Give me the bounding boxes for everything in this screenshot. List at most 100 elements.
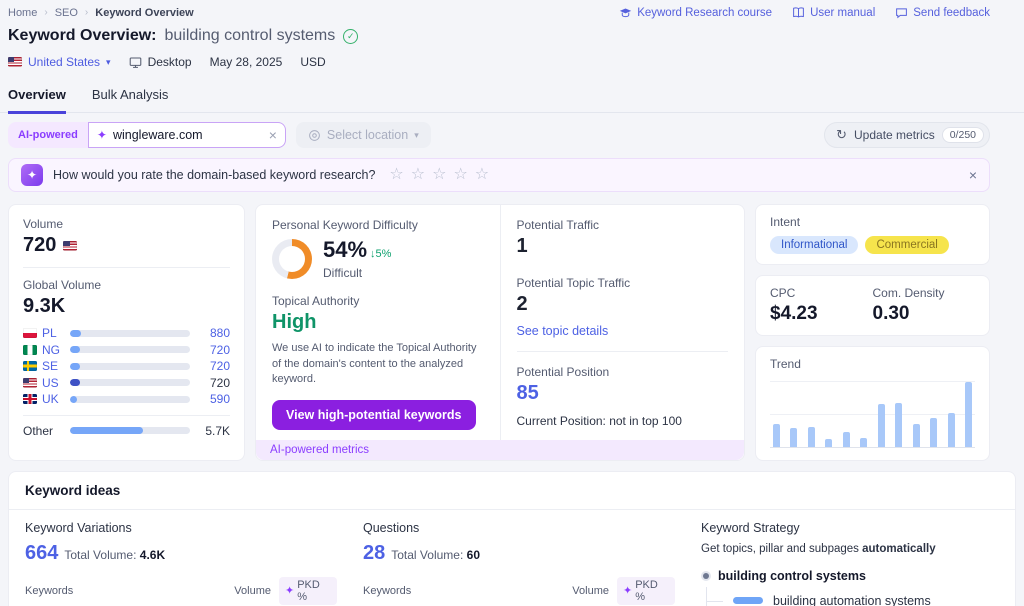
strategy-subtopic: building automation systems [707,587,999,606]
trend-bar [878,404,885,447]
country-code-link[interactable]: NG [42,343,60,357]
potential-position-value: 85 [517,382,729,405]
country-code-link[interactable]: US [42,376,59,390]
breadcrumb-seo[interactable]: SEO [55,7,78,19]
flag-us-icon [23,378,37,388]
trend-bar [913,424,920,447]
feedback-banner: ✦ How would you rate the domain-based ke… [8,158,990,192]
tab-bulk-analysis[interactable]: Bulk Analysis [92,83,169,112]
country-code-link[interactable]: UK [42,392,59,406]
clear-input-icon[interactable]: × [269,128,277,142]
keyword-variations-label: Keyword Variations [25,521,337,535]
variations-total-volume: 4.6K [140,548,165,562]
breadcrumb-current: Keyword Overview [95,7,193,19]
competitive-density-label: Com. Density [873,286,976,300]
star-icon[interactable]: ☆ [411,167,425,183]
potential-topic-traffic-label: Potential Topic Traffic [517,276,729,290]
verified-check-icon: ✓ [343,29,358,44]
breadcrumb-sep-icon: › [85,7,88,18]
questions-count-link[interactable]: 28 [363,542,385,565]
trend-bar [965,382,972,447]
close-banner-icon[interactable]: × [969,167,977,183]
star-icon[interactable]: ☆ [389,167,403,183]
update-metrics-button[interactable]: ↻ Update metrics 0/250 [824,122,990,148]
pkd-donut-chart [272,239,312,279]
flag-pl-icon [23,328,37,338]
country-row-us: US 720 [23,375,230,392]
breadcrumb-home[interactable]: Home [8,7,37,19]
other-label: Other [23,424,63,438]
keyword-ideas-title: Keyword ideas [9,472,1015,510]
user-manual-link[interactable]: User manual [792,6,875,19]
rating-stars: ☆ ☆ ☆ ☆ ☆ [389,167,489,183]
book-icon [792,6,805,19]
strategy-root-topic: building control systems [701,569,999,583]
strategy-tree: building control systems building automa… [701,569,999,606]
send-feedback-link[interactable]: Send feedback [895,6,990,19]
potential-position-label: Potential Position [517,365,729,379]
intent-card: Intent Informational Commercial [755,204,990,265]
country-code-link[interactable]: SE [42,359,58,373]
questions-total-volume: 60 [467,548,480,562]
location-select[interactable]: Select location ▾ [296,122,431,148]
intent-commercial-pill[interactable]: Commercial [865,236,948,254]
flag-uk-icon [23,394,37,404]
country-volume-bar [70,330,190,337]
date-filter: May 28, 2025 [210,55,283,69]
star-icon[interactable]: ☆ [453,167,467,183]
potential-traffic-label: Potential Traffic [517,218,729,232]
country-volume-value[interactable]: 880 [197,326,230,340]
star-icon[interactable]: ☆ [432,167,446,183]
country-code-link[interactable]: PL [42,326,57,340]
trend-label: Trend [770,357,975,371]
ai-sparkle-icon: ✦ [97,128,107,142]
subtopic-bar-icon [733,597,763,604]
variations-count-link[interactable]: 664 [25,542,58,565]
country-row-ng: NG 720 [23,342,230,359]
potential-traffic-value: 1 [517,235,729,258]
keyword-research-course-link[interactable]: Keyword Research course [619,6,772,19]
country-row-se: SE 720 [23,358,230,375]
monitor-icon [129,56,142,69]
country-volume-bar [70,363,190,370]
questions-column: Questions 28 Total Volume: 60 Keywords V… [363,521,675,606]
cpc-label: CPC [770,286,873,300]
pkd-label: Personal Keyword Difficulty [272,218,484,232]
intent-informational-pill[interactable]: Informational [770,236,858,254]
trend-bar [860,438,867,447]
analyzed-keyword: building control systems [165,27,336,45]
country-selector[interactable]: United States ▾ [8,55,111,69]
device-selector[interactable]: Desktop [129,55,192,69]
trend-bar-chart [770,381,975,448]
star-icon[interactable]: ☆ [475,167,489,183]
country-volume-bar [70,379,190,386]
chat-bubble-icon [895,6,908,19]
strategy-subtitle: Get topics, pillar and subpages automati… [701,543,999,555]
country-volume-value[interactable]: 590 [197,392,230,406]
trend-bar [895,403,902,447]
country-row-pl: PL 880 [23,325,230,342]
view-high-potential-keywords-button[interactable]: View high-potential keywords [272,400,476,430]
pkd-delta: ↓5% [370,248,391,260]
us-flag-icon [63,241,77,251]
keyword-strategy-column: Keyword Strategy Get topics, pillar and … [701,521,999,606]
keyword-ideas-section: Keyword ideas Keyword Variations 664 Tot… [8,471,1016,606]
graduation-cap-icon [619,6,632,19]
keyword-search-input[interactable] [113,128,269,142]
tab-overview[interactable]: Overview [8,83,66,114]
topical-authority-description: We use AI to indicate the Topical Author… [272,341,484,388]
metric-cards: Volume 720 Global Volume 9.3K PL 880 NG … [0,204,1024,461]
currency-filter: USD [300,55,325,69]
ai-sparkle-icon: ✦ [285,584,294,597]
country-volume-value[interactable]: 720 [197,343,230,357]
difficulty-card: Personal Keyword Difficulty 54%↓5% Diffi… [255,204,745,461]
other-volume-bar [70,427,190,434]
tree-root-dot-icon [703,573,709,579]
country-volume-bar [70,346,190,353]
cpc-card: CPC $4.23 Com. Density 0.30 [755,275,990,336]
see-topic-details-link[interactable]: See topic details [517,324,729,338]
keyword-overview-page: Home › SEO › Keyword Overview Keyword Re… [0,0,1024,606]
country-volume-value[interactable]: 720 [197,359,230,373]
ai-sparkle-icon: ✦ [623,584,632,597]
current-position-text: Current Position: not in top 100 [517,414,729,428]
